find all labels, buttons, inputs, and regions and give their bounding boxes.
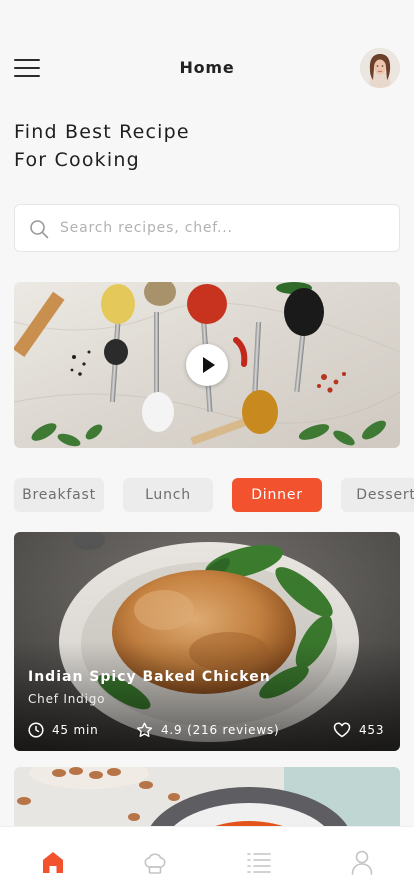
tab-list[interactable] xyxy=(244,847,274,877)
rating-text: 4.9 (216 reviews) xyxy=(161,723,280,737)
tab-profile[interactable] xyxy=(347,847,377,877)
headline-line-1: Find Best Recipe xyxy=(14,121,190,143)
search-icon xyxy=(30,220,49,239)
tab-home[interactable] xyxy=(38,847,68,877)
chip-lunch[interactable]: Lunch xyxy=(123,478,213,512)
cook-time-text: 45 min xyxy=(52,723,99,737)
recipe-image xyxy=(14,532,400,751)
recipe-author: Chef Indigo xyxy=(28,692,106,706)
recipe-title: Indian Spicy Baked Chicken xyxy=(28,669,271,685)
category-chips: Breakfast Lunch Dinner Dessert xyxy=(14,478,414,512)
star-icon xyxy=(136,722,153,737)
chip-breakfast[interactable]: Breakfast xyxy=(14,478,104,512)
user-avatar[interactable] xyxy=(360,48,400,88)
recipe-card[interactable]: Indian Spicy Baked Chicken Chef Indigo 4… xyxy=(14,532,400,751)
bottom-tab-bar xyxy=(0,826,414,896)
play-icon xyxy=(203,357,215,373)
search-input[interactable] xyxy=(60,213,380,243)
page-title: Home xyxy=(179,58,235,77)
clock-icon xyxy=(28,722,44,738)
profile-icon xyxy=(351,850,373,875)
list-icon xyxy=(247,853,271,873)
cook-time: 45 min xyxy=(28,720,99,740)
chip-dessert[interactable]: Dessert xyxy=(341,478,414,512)
rating: 4.9 (216 reviews) xyxy=(136,720,280,740)
tab-chefs[interactable] xyxy=(140,847,170,877)
app-header: Home xyxy=(0,44,414,92)
search-bar[interactable] xyxy=(14,204,400,252)
likes[interactable]: 453 xyxy=(333,720,384,740)
featured-video-card[interactable] xyxy=(14,282,400,448)
chip-dinner[interactable]: Dinner xyxy=(232,478,322,512)
home-icon xyxy=(43,852,63,873)
heart-icon[interactable] xyxy=(333,722,351,738)
headline-line-2: For Cooking xyxy=(14,149,140,171)
chef-hat-icon xyxy=(144,853,166,874)
headline: Find Best Recipe For Cooking xyxy=(14,118,190,174)
play-button[interactable] xyxy=(186,344,228,386)
likes-count: 453 xyxy=(359,723,385,737)
